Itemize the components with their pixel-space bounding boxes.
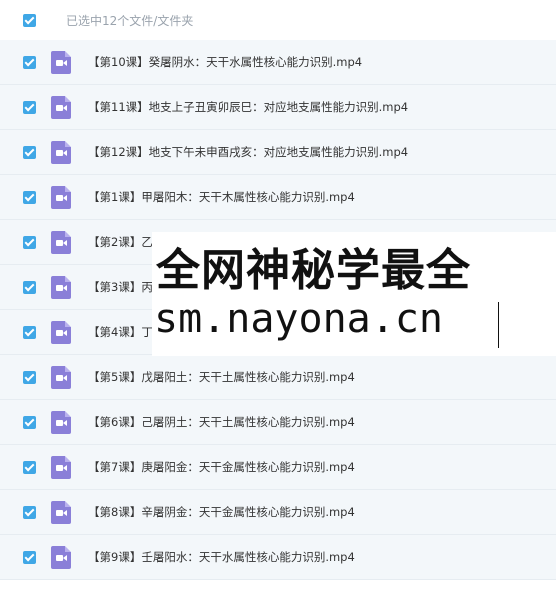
file-row[interactable]: 【第11课】地支上子丑寅卯辰巳：对应地支属性能力识别.mp4 (0, 85, 556, 130)
file-name[interactable]: 【第8课】辛屠阴金：天干金属性核心能力识别.mp4 (88, 504, 355, 520)
watermark-url: sm.nayona.cn (154, 296, 443, 342)
video-file-icon (51, 140, 71, 164)
row-checkbox[interactable] (23, 370, 36, 384)
video-file-icon (51, 230, 71, 254)
file-name[interactable]: 【第5课】戊屠阳土：天干土属性核心能力识别.mp4 (88, 369, 355, 385)
file-name[interactable]: 【第10课】癸屠阴水：天干水属性核心能力识别.mp4 (88, 54, 362, 70)
row-checkbox[interactable] (23, 325, 36, 339)
row-checkbox[interactable] (23, 55, 36, 69)
row-checkbox[interactable] (23, 550, 36, 564)
video-file-icon (51, 455, 71, 479)
file-name[interactable]: 【第1课】甲屠阳木：天干木属性核心能力识别.mp4 (88, 189, 355, 205)
watermark-title: 全网神秘学最全 (156, 245, 471, 296)
file-name[interactable]: 【第12课】地支下午未申酉戌亥：对应地支属性能力识别.mp4 (88, 144, 408, 160)
row-checkbox[interactable] (23, 280, 36, 294)
file-row[interactable]: 【第12课】地支下午未申酉戌亥：对应地支属性能力识别.mp4 (0, 130, 556, 175)
video-file-icon (51, 500, 71, 524)
row-checkbox[interactable] (23, 190, 36, 204)
file-name[interactable]: 【第2课】乙 (88, 234, 153, 250)
video-file-icon (51, 545, 71, 569)
file-row[interactable]: 【第6课】己屠阴土：天干土属性核心能力识别.mp4 (0, 400, 556, 445)
select-all-checkbox[interactable] (23, 13, 36, 27)
watermark-overlay: 全网神秘学最全 sm.nayona.cn (152, 232, 556, 356)
file-row[interactable]: 【第10课】癸屠阴水：天干水属性核心能力识别.mp4 (0, 40, 556, 85)
selection-count-label: 已选中12个文件/文件夹 (66, 13, 194, 28)
file-name[interactable]: 【第7课】庚屠阳金：天干金属性核心能力识别.mp4 (88, 459, 355, 475)
file-name[interactable]: 【第9课】壬屠阳水：天干水属性核心能力识别.mp4 (88, 549, 355, 565)
file-row[interactable]: 【第7课】庚屠阳金：天干金属性核心能力识别.mp4 (0, 445, 556, 490)
file-row[interactable]: 【第8课】辛屠阴金：天干金属性核心能力识别.mp4 (0, 490, 556, 535)
row-checkbox[interactable] (23, 505, 36, 519)
video-file-icon (51, 275, 71, 299)
video-file-icon (51, 410, 71, 434)
row-checkbox[interactable] (23, 460, 36, 474)
text-cursor (498, 302, 499, 348)
video-file-icon (51, 50, 71, 74)
video-file-icon (51, 320, 71, 344)
file-row[interactable]: 【第9课】壬屠阳水：天干水属性核心能力识别.mp4 (0, 535, 556, 580)
row-checkbox[interactable] (23, 145, 36, 159)
file-name[interactable]: 【第6课】己屠阴土：天干土属性核心能力识别.mp4 (88, 414, 355, 430)
row-checkbox[interactable] (23, 235, 36, 249)
row-checkbox[interactable] (23, 100, 36, 114)
video-file-icon (51, 185, 71, 209)
row-checkbox[interactable] (23, 415, 36, 429)
selection-header: 已选中12个文件/文件夹 (0, 0, 556, 41)
video-file-icon (51, 95, 71, 119)
file-row[interactable]: 【第1课】甲屠阳木：天干木属性核心能力识别.mp4 (0, 175, 556, 220)
file-row[interactable]: 【第5课】戊屠阳土：天干土属性核心能力识别.mp4 (0, 355, 556, 400)
file-name[interactable]: 【第4课】丁 (88, 324, 153, 340)
file-name[interactable]: 【第11课】地支上子丑寅卯辰巳：对应地支属性能力识别.mp4 (88, 99, 408, 115)
file-name[interactable]: 【第3课】丙 (88, 279, 153, 295)
video-file-icon (51, 365, 71, 389)
